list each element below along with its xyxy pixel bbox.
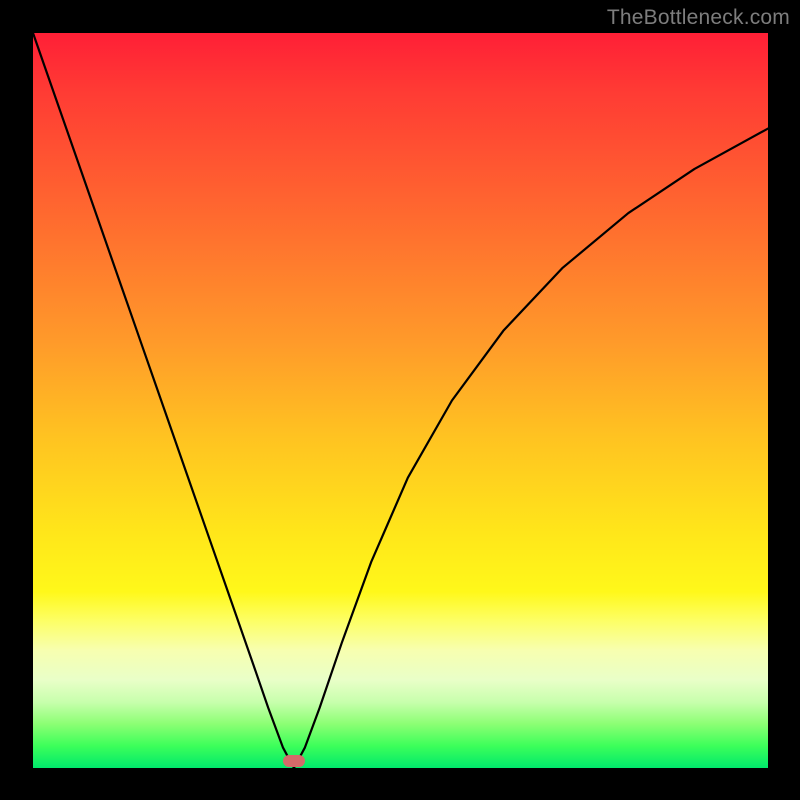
watermark-text: TheBottleneck.com [607,6,790,30]
curve-svg [33,33,768,768]
plot-area [33,33,768,768]
chart-frame: TheBottleneck.com [0,0,800,800]
minimum-marker [283,755,305,767]
bottleneck-curve [33,33,768,768]
